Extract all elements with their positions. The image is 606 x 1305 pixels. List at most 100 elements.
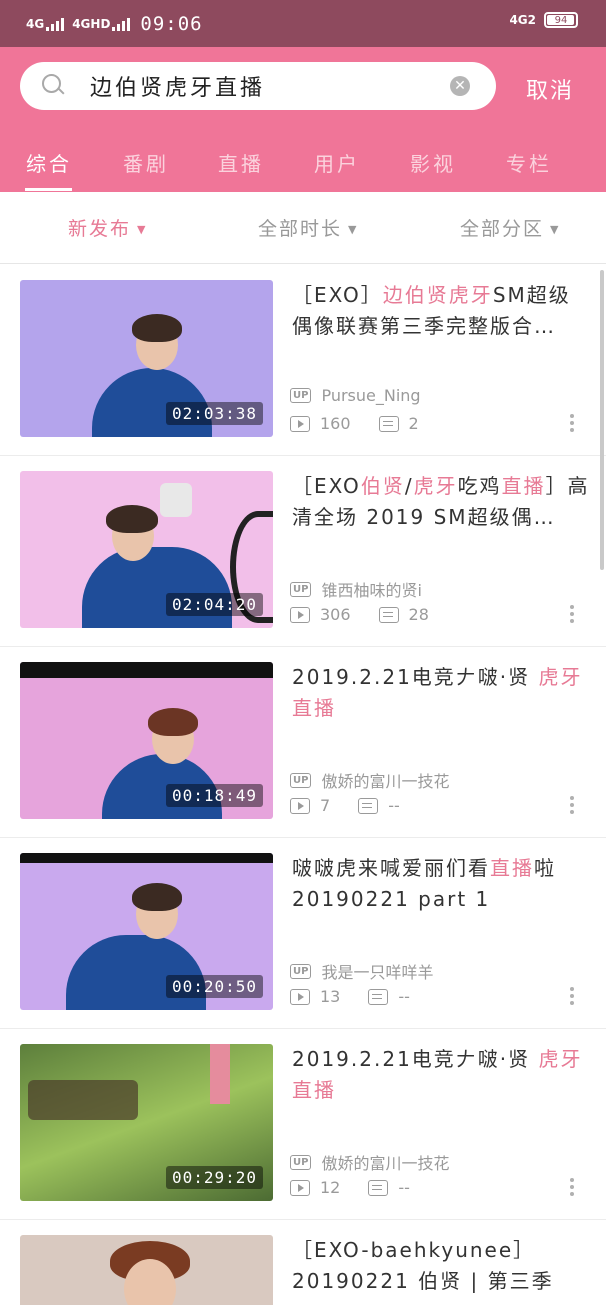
video-title[interactable]: ［EXO伯贤/虎牙吃鸡直播］高清全场 2019 SM超级偶… (292, 471, 592, 533)
network-type-1: 4G (26, 16, 45, 31)
search-box[interactable]: 边伯贤虎牙直播 ✕ (20, 62, 496, 110)
video-title[interactable]: ［EXO］边伯贤虎牙SM超级偶像联赛第三季完整版合… (292, 280, 592, 342)
title-highlight: 伯贤 (360, 474, 405, 498)
clock: 09:06 (140, 12, 203, 35)
video-thumbnail[interactable]: 02:03:38 (20, 280, 273, 437)
filter-sort[interactable]: 新发布 ▼ (68, 214, 147, 241)
uploader-row[interactable]: UP Pursue_Ning (290, 386, 421, 405)
uploader-row[interactable]: UP 傲娇的富川一技花 (290, 1150, 449, 1174)
tab-users[interactable]: 用户 (314, 148, 360, 177)
title-highlight: 虎牙 (538, 1047, 583, 1071)
video-duration: 00:18:49 (165, 784, 263, 807)
video-thumbnail[interactable]: 00:20:50 (20, 853, 273, 1010)
video-thumbnail[interactable] (20, 1235, 273, 1305)
stats-row: 160 2 (290, 414, 419, 433)
thumbnail-phone-statusbar (20, 662, 273, 678)
active-tab-indicator (25, 188, 72, 191)
play-count: 306 (320, 605, 351, 624)
play-count: 7 (320, 796, 331, 815)
uploader-name: Pursue_Ning (321, 386, 421, 405)
filter-category-label: 全部分区 (460, 218, 545, 240)
more-options-icon[interactable] (569, 796, 575, 814)
video-thumbnail[interactable]: 00:29:20 (20, 1044, 273, 1201)
stats-row: 12 -- (290, 1178, 410, 1197)
up-badge-icon: UP (290, 1154, 312, 1170)
play-count: 12 (320, 1178, 341, 1197)
thumbnail-phone-statusbar (20, 853, 273, 863)
clear-icon[interactable]: ✕ (450, 76, 470, 96)
more-options-icon[interactable] (569, 414, 575, 432)
uploader-row[interactable]: UP 我是一只咩咩羊 (290, 959, 433, 983)
chevron-down-icon: ▼ (137, 223, 148, 236)
filter-category[interactable]: 全部分区 ▼ (460, 214, 560, 241)
title-part: / (404, 474, 414, 498)
filter-sort-label: 新发布 (68, 218, 132, 240)
scrollbar[interactable] (600, 270, 604, 570)
tab-film[interactable]: 影视 (410, 148, 456, 177)
thumbnail-figure (66, 935, 206, 1010)
tab-anime[interactable]: 番剧 (123, 148, 169, 177)
tab-comprehensive[interactable]: 综合 (26, 148, 72, 177)
danmaku-icon (368, 1179, 389, 1196)
play-count-icon (290, 797, 310, 814)
play-count: 13 (320, 987, 341, 1006)
danmaku-count: -- (388, 796, 400, 815)
thumbnail-hair (148, 708, 198, 736)
uploader-row[interactable]: UP 傲娇的富川一技花 (290, 768, 449, 792)
filter-bar: 新发布 ▼ 全部时长 ▼ 全部分区 ▼ (0, 192, 606, 264)
more-options-icon[interactable] (569, 1178, 575, 1196)
danmaku-icon (368, 988, 389, 1005)
title-part: ［EXO (292, 474, 361, 498)
network-type-3: 4G2 (509, 13, 536, 27)
danmaku-icon (358, 797, 379, 814)
uploader-name: 锥西柚味的贤i (321, 581, 422, 600)
video-title[interactable]: 2019.2.21电竞𠂇啵·贤 虎牙直播 (292, 1044, 592, 1106)
title-highlight: 直播 (292, 696, 336, 720)
video-duration: 02:03:38 (165, 402, 263, 425)
filter-duration[interactable]: 全部时长 ▼ (258, 214, 358, 241)
list-item[interactable]: 00:20:50 啵啵虎来喊爱丽们看直播啦 20190221 part 1 UP… (0, 837, 606, 1029)
play-count-icon (290, 988, 310, 1005)
video-title[interactable]: ［EXO-baehkyunee］ 20190221 伯贤 | 第三季SM… (292, 1235, 592, 1297)
title-part: 20190221 伯贤 | 第三季SM… (292, 1269, 554, 1293)
title-part: 啵啵虎来喊爱丽们看 (292, 856, 490, 880)
status-bar: 4G 4GHD 09:06 4G2 94 (0, 0, 606, 47)
video-thumbnail[interactable]: 02:04:20 (20, 471, 273, 628)
video-title[interactable]: 啵啵虎来喊爱丽们看直播啦 20190221 part 1 (292, 853, 592, 915)
network-type-2: 4GHD (72, 16, 111, 31)
tab-live[interactable]: 直播 (218, 148, 264, 177)
title-highlight: 直播 (292, 1078, 336, 1102)
video-duration: 00:29:20 (165, 1166, 263, 1189)
tab-column[interactable]: 专栏 (506, 148, 552, 177)
uploader-name: 我是一只咩咩羊 (321, 963, 434, 982)
list-item[interactable]: ［EXO-baehkyunee］ 20190221 伯贤 | 第三季SM… (0, 1219, 606, 1305)
chevron-down-icon: ▼ (348, 223, 359, 236)
title-highlight: 虎牙 (538, 665, 583, 689)
thumbnail-hair (132, 314, 182, 342)
play-count-icon (290, 415, 310, 432)
title-part: 2019.2.21电竞𠂇啵·贤 (292, 1047, 539, 1071)
video-title[interactable]: 2019.2.21电竞𠂇啵·贤 虎牙 直播 (292, 662, 592, 724)
tab-bar: 综合 番剧 直播 用户 影视 专栏 (0, 142, 606, 192)
list-item[interactable]: 00:18:49 2019.2.21电竞𠂇啵·贤 虎牙 直播 UP 傲娇的富川一技花… (0, 646, 606, 838)
title-highlight: 虎牙 (413, 474, 458, 498)
up-badge-icon: UP (290, 963, 312, 979)
cancel-button[interactable]: 取消 (526, 73, 574, 105)
list-item[interactable]: 02:04:20 ［EXO伯贤/虎牙吃鸡直播］高清全场 2019 SM超级偶… … (0, 455, 606, 647)
list-item[interactable]: 02:03:38 ［EXO］边伯贤虎牙SM超级偶像联赛第三季完整版合… UP Pu… (0, 264, 606, 456)
thumbnail-weapon (28, 1080, 138, 1120)
play-count-icon (290, 1179, 310, 1196)
more-options-icon[interactable] (569, 605, 575, 623)
signal-icon-1: 4G (26, 16, 65, 31)
list-item[interactable]: 00:29:20 2019.2.21电竞𠂇啵·贤 虎牙直播 UP 傲娇的富川一技花… (0, 1028, 606, 1220)
title-part: 吃鸡 (457, 474, 502, 498)
title-highlight: 边伯贤虎牙 (382, 283, 493, 307)
title-highlight: 直播 (490, 856, 534, 880)
uploader-row[interactable]: UP 锥西柚味的贤i (290, 577, 422, 601)
video-thumbnail[interactable]: 00:18:49 (20, 662, 273, 819)
search-input[interactable]: 边伯贤虎牙直播 (90, 70, 450, 102)
uploader-name: 傲娇的富川一技花 (321, 772, 450, 791)
search-header: 边伯贤虎牙直播 ✕ 取消 综合 番剧 直播 用户 影视 专栏 (0, 47, 606, 192)
stats-row: 306 28 (290, 605, 429, 624)
more-options-icon[interactable] (569, 987, 575, 1005)
